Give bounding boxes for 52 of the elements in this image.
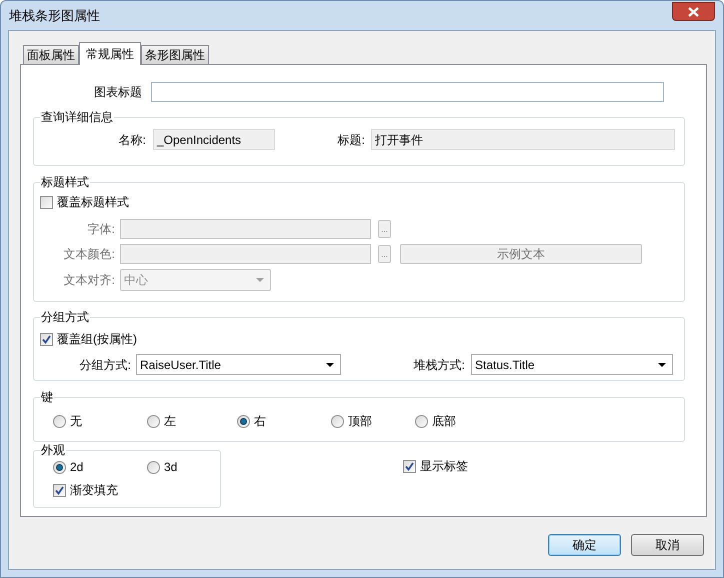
window-title: 堆栈条形图属性 [9,6,100,25]
close-button[interactable] [672,2,715,21]
group-title: 分组方式 [40,310,90,324]
radio-label: 无 [70,415,82,427]
checkbox-label: 覆盖标题样式 [57,196,129,208]
dialog-button[interactable]: 取消 [631,534,704,556]
group-by-dropdown[interactable]: RaiseUser.Title [136,354,341,375]
checkbox-label: 显示标签 [420,460,468,472]
field-label: 分组方式: [78,356,131,374]
stack-by-dropdown[interactable]: Status.Title [471,354,673,375]
field-label: 标题: [336,132,365,148]
color-field[interactable] [120,244,371,264]
radio-button[interactable] [147,460,160,474]
radio-label: 3d [164,461,178,473]
field-label: 文本颜色: [62,246,115,263]
radio-label: 右 [254,415,266,427]
radio-button[interactable] [147,414,160,428]
checkbox-label: 渐变填充 [70,484,118,496]
dropdown-arrow-icon [326,362,334,366]
field-label: 图表标题 [93,84,142,101]
dropdown-arrow-icon [256,278,264,282]
radio-button[interactable] [331,414,344,428]
radio-label: 底部 [432,415,456,427]
checkbox[interactable] [403,460,416,472]
title-field: 打开事件 [371,129,675,150]
radio-label: 顶部 [348,415,372,427]
radio-label: 左 [164,415,176,427]
tab[interactable]: 条形图属性 [141,45,209,64]
radio-button[interactable] [53,414,66,428]
close-icon [688,6,699,16]
group-title: 键 [40,390,54,404]
dialog-button[interactable]: 确定 [548,534,621,556]
group-title: 外观 [40,443,66,457]
checkbox-label: 覆盖组(按属性) [57,333,137,345]
checkbox[interactable] [40,332,53,346]
tab[interactable]: 面板属性 [23,45,79,64]
radio-label: 2d [70,461,84,473]
group-title: 查询详细信息 [40,110,114,124]
field-label: 名称: [118,132,146,148]
checkbox[interactable] [53,484,66,496]
group-title: 标题样式 [40,175,90,189]
name-field: _OpenIncidents [153,129,275,150]
radio-button[interactable] [415,414,428,428]
field-label: 堆栈方式: [412,356,465,374]
field-label: 文本对齐: [62,272,115,289]
dropdown-arrow-icon [658,362,666,366]
radio-button[interactable] [237,414,250,428]
tab[interactable]: 常规属性 [79,42,141,65]
font-field[interactable] [120,219,371,239]
text-field[interactable] [151,82,664,102]
field-label: 字体: [86,221,115,238]
radio-button[interactable] [53,460,66,474]
